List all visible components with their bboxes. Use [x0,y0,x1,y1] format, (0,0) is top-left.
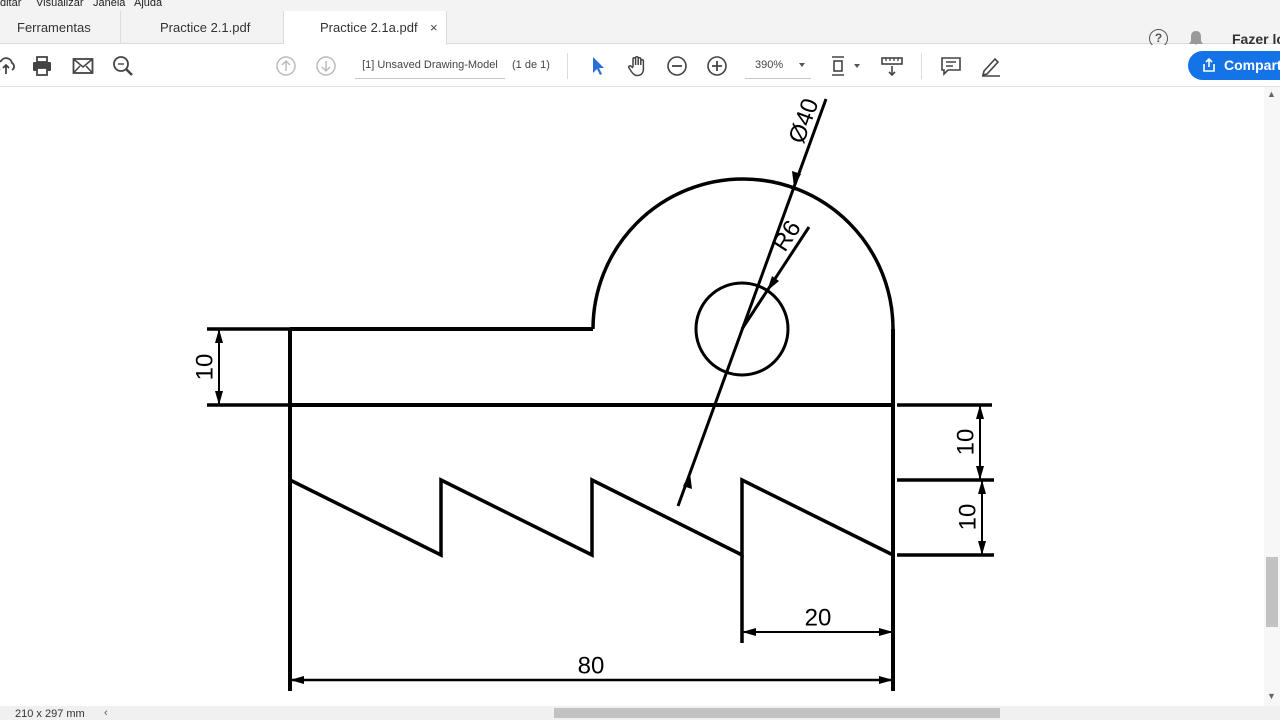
share-icon [1203,57,1215,72]
vertical-scroll-thumb[interactable] [1266,557,1278,627]
toolbar-separator [567,53,568,79]
menu-item-help[interactable]: Ajuda [134,0,162,9]
measure-icon[interactable] [880,54,904,78]
technical-drawing: 10 10 10 20 80 Ø40 R6 [192,95,994,691]
upload-icon[interactable] [0,54,18,78]
share-button[interactable]: Compart [1188,51,1280,80]
next-page-icon[interactable] [314,54,338,78]
arrowhead [767,276,779,291]
mail-icon[interactable] [71,54,95,78]
vertical-scrollbar[interactable]: ▲ ▼ [1264,87,1280,706]
status-bar: 210 x 297 mm ‹ [0,706,1280,720]
menu-item-edit[interactable]: ditar [0,0,21,9]
comment-icon[interactable] [939,54,963,78]
menu-item-view[interactable]: Visualizar [36,0,84,9]
zoom-value: 390% [755,59,784,71]
scroll-left-icon[interactable]: ‹ [104,706,108,720]
tab-tools[interactable]: Ferramentas [0,11,121,44]
hand-icon[interactable] [625,54,649,78]
close-tab-icon[interactable]: × [430,21,438,34]
arrowhead [742,628,756,636]
arrowhead [879,676,893,684]
tab-bar: Ferramentas Practice 2.1.pdf Practice 2.… [0,11,1280,49]
menu-bar: ditar Visualizar Janela Ajuda [0,0,1280,11]
print-icon[interactable] [30,54,54,78]
dim-line-diameter [676,98,828,507]
dim-text-10-right-upper: 10 [953,429,980,456]
menu-item-window[interactable]: Janela [93,0,125,9]
scroll-down-icon[interactable]: ▼ [1267,691,1276,701]
dim-text-10-left: 10 [192,354,219,381]
zoom-out-icon[interactable] [665,54,689,78]
arrowhead [290,676,304,684]
sign-icon[interactable] [979,54,1003,78]
zoom-in-icon[interactable] [705,54,729,78]
zoom-select[interactable]: 390% [745,51,811,79]
arrowhead [879,628,893,636]
fit-page-icon[interactable] [828,54,862,78]
arrowhead [976,405,984,419]
dim-text-diameter: Ø40 [784,95,825,147]
scroll-up-icon[interactable]: ▲ [1267,89,1276,99]
document-name[interactable]: [1] Unsaved Drawing-Model [355,51,505,79]
toolbar-separator [921,53,922,79]
horizontal-scroll-thumb[interactable] [554,708,1000,718]
part-boss-arc [591,177,895,330]
share-label: Compart [1224,57,1280,73]
tab-practice-2-1[interactable]: Practice 2.1.pdf [121,11,284,44]
arrowhead [978,541,986,555]
arrowhead [215,391,223,405]
page-count: (1 de 1) [512,59,550,71]
dim-text-radius: R6 [767,216,806,256]
dim-text-20: 20 [805,605,832,632]
arrowhead [976,466,984,480]
prev-page-icon[interactable] [274,54,298,78]
dim-text-80: 80 [578,653,605,680]
tab-practice-2-1a[interactable]: Practice 2.1a.pdf [284,11,447,45]
dim-text-10-right-lower: 10 [955,504,982,531]
select-arrow-icon[interactable] [586,54,610,78]
document-canvas[interactable]: 10 10 10 20 80 Ø40 R6 [0,87,1264,706]
search-icon[interactable] [111,54,135,78]
arrowhead [215,329,223,343]
toolbar: [1] Unsaved Drawing-Model (1 de 1) 390% [0,45,1280,87]
page-size: 210 x 297 mm [15,708,85,720]
arrowhead [978,480,986,494]
chevron-down-icon [799,63,805,67]
part-sawtooth [289,477,894,558]
